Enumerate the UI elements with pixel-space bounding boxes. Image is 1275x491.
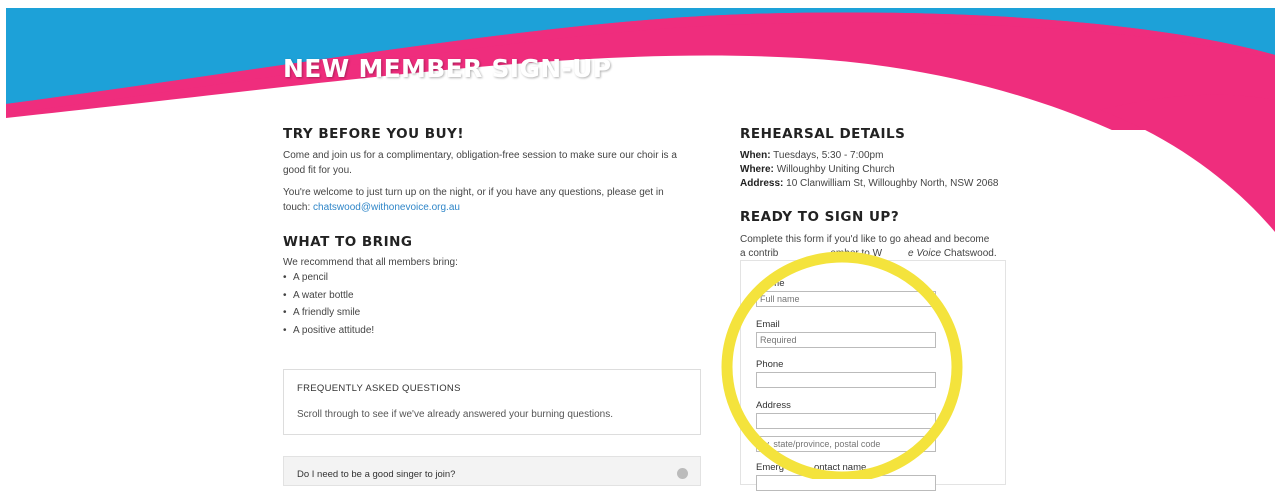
list-item: A friendly smile <box>283 304 374 322</box>
rehearsal-when: When: Tuesdays, 5:30 - 7:00pm <box>740 150 883 161</box>
list-item: A water bottle <box>283 287 374 305</box>
address-label: Address <box>756 400 791 411</box>
emergency-label-b: ontact name <box>813 462 867 473</box>
signup-text-line1: Complete this form if you'd like to go a… <box>740 234 990 245</box>
signup-text-line2: a contrib ember to W e Voice Chatswood. <box>740 246 997 261</box>
emergency-contact-label: Emerg ontact name <box>756 462 866 473</box>
where-value: Willoughby Uniting Church <box>776 164 895 175</box>
try-text-line1: Come and join us for a complimentary, ob… <box>283 150 677 161</box>
try-text-line2: good fit for you. <box>283 165 352 176</box>
signup-fragment-a: a contrib <box>740 248 779 259</box>
list-item: A pencil <box>283 269 374 287</box>
address-line1-input[interactable] <box>756 413 936 429</box>
emergency-label-a: Emerg <box>756 462 784 473</box>
email-label: Email <box>756 319 780 330</box>
header-banner <box>6 8 1275 130</box>
bring-heading: WHAT TO BRING <box>283 234 413 250</box>
touch-label: touch: <box>283 202 311 213</box>
address-value: 10 Clanwilliam St, Willoughby North, NSW… <box>786 178 999 189</box>
signup-fragment-b: ember to W <box>830 248 883 259</box>
phone-label: Phone <box>756 359 784 370</box>
rehearsal-where: Where: Willoughby Uniting Church <box>740 164 895 175</box>
rehearsal-heading: REHEARSAL DETAILS <box>740 126 906 142</box>
signup-heading: READY TO SIGN UP? <box>740 209 900 225</box>
email-input[interactable] <box>756 332 936 348</box>
try-heading: TRY BEFORE YOU BUY! <box>283 126 464 142</box>
email-link[interactable]: chatswood@withonevoice.org.au <box>313 202 460 213</box>
list-item: A positive attitude! <box>283 322 374 340</box>
faq-panel: FREQUENTLY ASKED QUESTIONS Scroll throug… <box>283 369 701 435</box>
phone-input[interactable] <box>756 372 936 388</box>
bring-list: A pencil A water bottle A friendly smile… <box>283 269 374 339</box>
bring-intro: We recommend that all members bring: <box>283 257 458 268</box>
emergency-contact-input[interactable] <box>756 475 936 491</box>
when-label: When: <box>740 150 771 161</box>
name-label: ame <box>766 278 785 289</box>
address-label: Address: <box>740 178 784 189</box>
where-label: Where: <box>740 164 774 175</box>
signup-fragment-d: Chatswood. <box>943 248 997 259</box>
expand-icon[interactable] <box>677 468 688 479</box>
signup-form: ame Email Phone Address Emerg ontact name <box>740 260 1006 491</box>
faq-question-text: Do I need to be a good singer to join? <box>297 469 456 480</box>
page-title: NEW MEMBER SIGN-UP <box>283 54 612 83</box>
contact-text-line1: You're welcome to just turn up on the ni… <box>283 187 664 198</box>
name-input[interactable] <box>756 291 936 307</box>
faq-title: FREQUENTLY ASKED QUESTIONS <box>297 383 461 394</box>
contact-text-line2: touch: chatswood@withonevoice.org.au <box>283 200 460 215</box>
rehearsal-address: Address: 10 Clanwilliam St, Willoughby N… <box>740 178 998 189</box>
faq-question-item[interactable]: Do I need to be a good singer to join? <box>283 456 701 486</box>
when-value: Tuesdays, 5:30 - 7:00pm <box>773 150 884 161</box>
faq-description: Scroll through to see if we've already a… <box>297 409 613 420</box>
signup-fragment-c: e Voice <box>908 248 942 259</box>
address-line2-input[interactable] <box>756 436 936 452</box>
